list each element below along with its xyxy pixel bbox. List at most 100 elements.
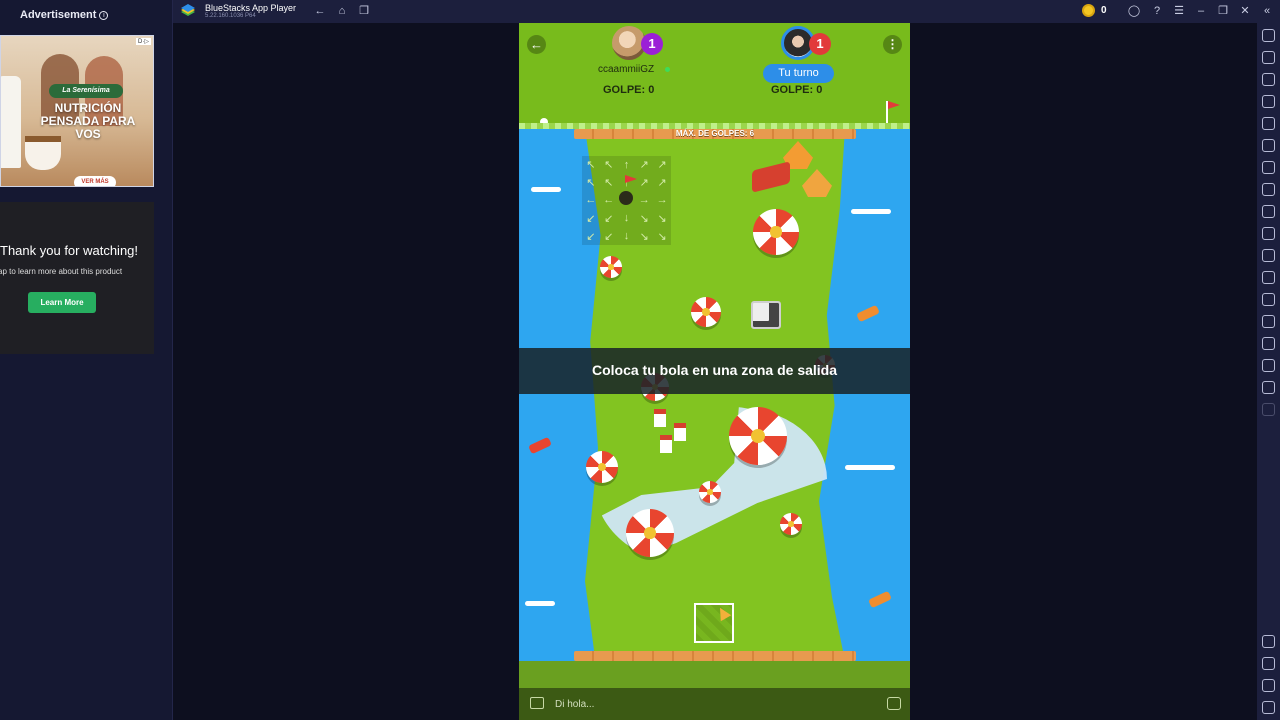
fullscreen-icon[interactable] <box>1262 29 1275 42</box>
coin-icon[interactable] <box>1082 4 1095 17</box>
cloud-decoration <box>531 187 561 192</box>
menu-icon[interactable]: ☰ <box>1172 4 1186 18</box>
game-controls-icon[interactable] <box>1262 161 1275 174</box>
golf-course[interactable]: MÁX. DE GOLPES: 6 ↖ ↖ ↑ ↗ ↗ ↖ ↖ ↑ ↗ ↗ ← ← → → ↙ ↙ ↓ ↘ ↘ ↙ ↙ ↓… <box>519 129 910 661</box>
direction-arrow-icon: ↓ <box>623 212 630 225</box>
bumper-obstacle <box>691 297 721 327</box>
minimize-icon[interactable]: – <box>1194 4 1208 18</box>
direction-arrow-icon: ↙ <box>586 212 596 225</box>
game-header: ← ⋮ 1 ccaammiiGZ GOLPE: 0 1 Tu turno GOL… <box>519 23 910 129</box>
house-obstacle <box>654 409 666 427</box>
direction-arrow-icon: ↖ <box>586 159 596 172</box>
layers-icon[interactable] <box>1262 359 1275 372</box>
boat-decoration <box>856 304 880 323</box>
player2-strokes: GOLPE: 0 <box>771 84 823 96</box>
ad-brand-logo: La Serenísima <box>49 84 123 98</box>
bumper-obstacle <box>600 256 622 278</box>
eco-mode-icon[interactable] <box>1262 315 1275 328</box>
keyboard-icon[interactable] <box>1262 95 1275 108</box>
back-icon[interactable]: ← <box>313 4 327 18</box>
direction-arrow-icon: ↙ <box>604 230 614 243</box>
ad-cta-button[interactable]: VER MÁS <box>74 176 116 186</box>
app-version: 5.22.160.1036 P64 <box>205 13 256 19</box>
screenshot-icon[interactable] <box>1262 205 1275 218</box>
ad-choices-icon[interactable]: D·▷ <box>136 38 151 45</box>
turn-indicator: Tu turno <box>763 64 834 83</box>
settings-icon[interactable] <box>1262 635 1275 648</box>
right-toolbar <box>1257 23 1280 720</box>
direction-arrow-icon: ↘ <box>657 230 667 243</box>
screen-record-icon[interactable] <box>1262 227 1275 240</box>
home-icon[interactable]: ⌂ <box>335 4 349 18</box>
home-icon[interactable] <box>1262 679 1275 692</box>
ad-banner[interactable]: La Serenísima NUTRICIÓN PENSADA PARA VOS… <box>0 35 154 187</box>
media-manager-icon[interactable] <box>1262 249 1275 262</box>
sync-icon[interactable] <box>1262 381 1275 394</box>
direction-arrow-icon: ↑ <box>623 158 630 171</box>
airplane-icon[interactable] <box>1262 271 1275 284</box>
learn-more-button[interactable]: Learn More <box>28 292 96 313</box>
performance-icon[interactable] <box>1262 183 1275 196</box>
wood-barrier-bottom <box>574 651 856 661</box>
macro-icon[interactable] <box>1262 117 1275 130</box>
cloud-decoration <box>845 465 895 470</box>
game-screen[interactable]: ← ⋮ 1 ccaammiiGZ GOLPE: 0 1 Tu turno GOL… <box>519 23 910 720</box>
sticker-icon[interactable] <box>887 697 901 710</box>
direction-arrow-icon: ↖ <box>586 177 596 190</box>
bumper-obstacle <box>729 407 787 465</box>
bumper-obstacle <box>626 509 674 557</box>
direction-arrow-icon: → <box>656 194 668 207</box>
cloud-decoration <box>851 209 891 214</box>
golf-hole <box>619 191 633 205</box>
game-menu-button[interactable]: ⋮ <box>883 35 902 54</box>
coin-count: 0 <box>1101 5 1107 16</box>
bumper-obstacle <box>780 513 802 535</box>
info-icon[interactable]: i <box>99 10 109 20</box>
player1-level-badge: 1 <box>641 33 663 55</box>
direction-arrow-icon: ↗ <box>639 159 649 172</box>
back-icon[interactable] <box>1262 657 1275 670</box>
direction-arrow-icon: ↙ <box>604 212 614 225</box>
collapse-icon[interactable]: « <box>1260 4 1274 18</box>
player1-strokes: GOLPE: 0 <box>603 84 655 96</box>
location-icon[interactable] <box>1262 337 1275 350</box>
house-obstacle <box>674 423 686 441</box>
recent-icon[interactable] <box>1262 701 1275 714</box>
direction-arrow-icon: ↗ <box>657 159 667 172</box>
account-icon[interactable]: ◯ <box>1127 4 1141 18</box>
cow-obstacle <box>751 301 781 329</box>
instruction-banner: Coloca tu bola en una zona de salida <box>519 348 910 394</box>
instruction-text: Coloca tu bola en una zona de salida <box>591 362 838 378</box>
help-icon[interactable]: ? <box>1150 4 1164 18</box>
boat-decoration <box>868 590 892 609</box>
boat-decoration <box>528 436 552 455</box>
bluestacks-logo-icon <box>181 4 195 16</box>
online-status-dot <box>665 67 670 72</box>
disabled-icon <box>1262 403 1275 416</box>
chat-icon[interactable] <box>530 697 544 709</box>
media-icon[interactable] <box>1262 73 1275 86</box>
volume-icon[interactable] <box>1262 51 1275 64</box>
ad-tap-text: Tap to learn more about this product <box>0 267 123 276</box>
max-strokes-label: MÁX. DE GOLPES: 6 <box>675 129 755 138</box>
multi-instance-icon[interactable] <box>1262 293 1275 306</box>
chat-input[interactable] <box>555 694 875 714</box>
close-icon[interactable]: ✕ <box>1238 4 1252 18</box>
direction-arrow-icon: ↙ <box>586 230 596 243</box>
recent-apps-icon[interactable]: ❐ <box>357 4 371 18</box>
game-back-button[interactable]: ← <box>527 35 546 54</box>
rotate-icon[interactable] <box>1262 139 1275 152</box>
player2-level-badge: 1 <box>809 33 831 55</box>
ad-headline: NUTRICIÓN PENSADA PARA VOS <box>40 101 136 141</box>
direction-arrow-icon: ← <box>603 194 615 207</box>
direction-arrow-icon: ↓ <box>623 230 630 243</box>
ad-thanks-text: Thank you for watching! <box>0 243 139 258</box>
restore-icon[interactable]: ❐ <box>1216 4 1230 18</box>
direction-arrow-icon: ← <box>585 194 597 207</box>
direction-arrow-icon: ↘ <box>639 230 649 243</box>
direction-arrow-icon: ↗ <box>639 177 649 190</box>
direction-arrow-icon: ↖ <box>604 159 614 172</box>
direction-arrow-icon: ↗ <box>657 177 667 190</box>
direction-arrow-icon: → <box>638 194 650 207</box>
app-title: BlueStacks App Player <box>205 3 297 13</box>
